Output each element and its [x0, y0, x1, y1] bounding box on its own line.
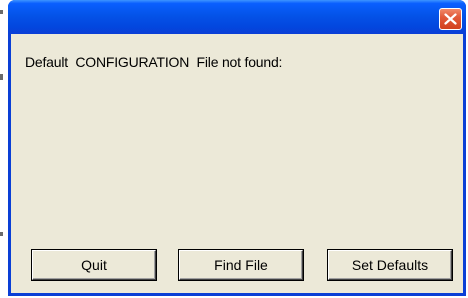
close-button[interactable] — [439, 8, 462, 30]
quit-button[interactable]: Quit — [32, 250, 156, 280]
set-defaults-button[interactable]: Set Defaults — [328, 250, 452, 280]
error-message: Default CONFIGURATION File not found: — [25, 54, 283, 70]
find-file-button[interactable]: Find File — [179, 250, 303, 280]
config-dialog-window: Default CONFIGURATION File not found: Qu… — [8, 0, 466, 296]
screen: Default CONFIGURATION File not found: Qu… — [0, 0, 468, 298]
close-icon — [444, 13, 457, 25]
title-bar[interactable] — [8, 0, 466, 34]
background-window-edge — [0, 0, 8, 298]
edge-mark — [0, 74, 3, 80]
edge-mark — [0, 10, 3, 14]
edge-mark — [0, 232, 3, 236]
dialog-body: Default CONFIGURATION File not found: Qu… — [11, 34, 463, 293]
